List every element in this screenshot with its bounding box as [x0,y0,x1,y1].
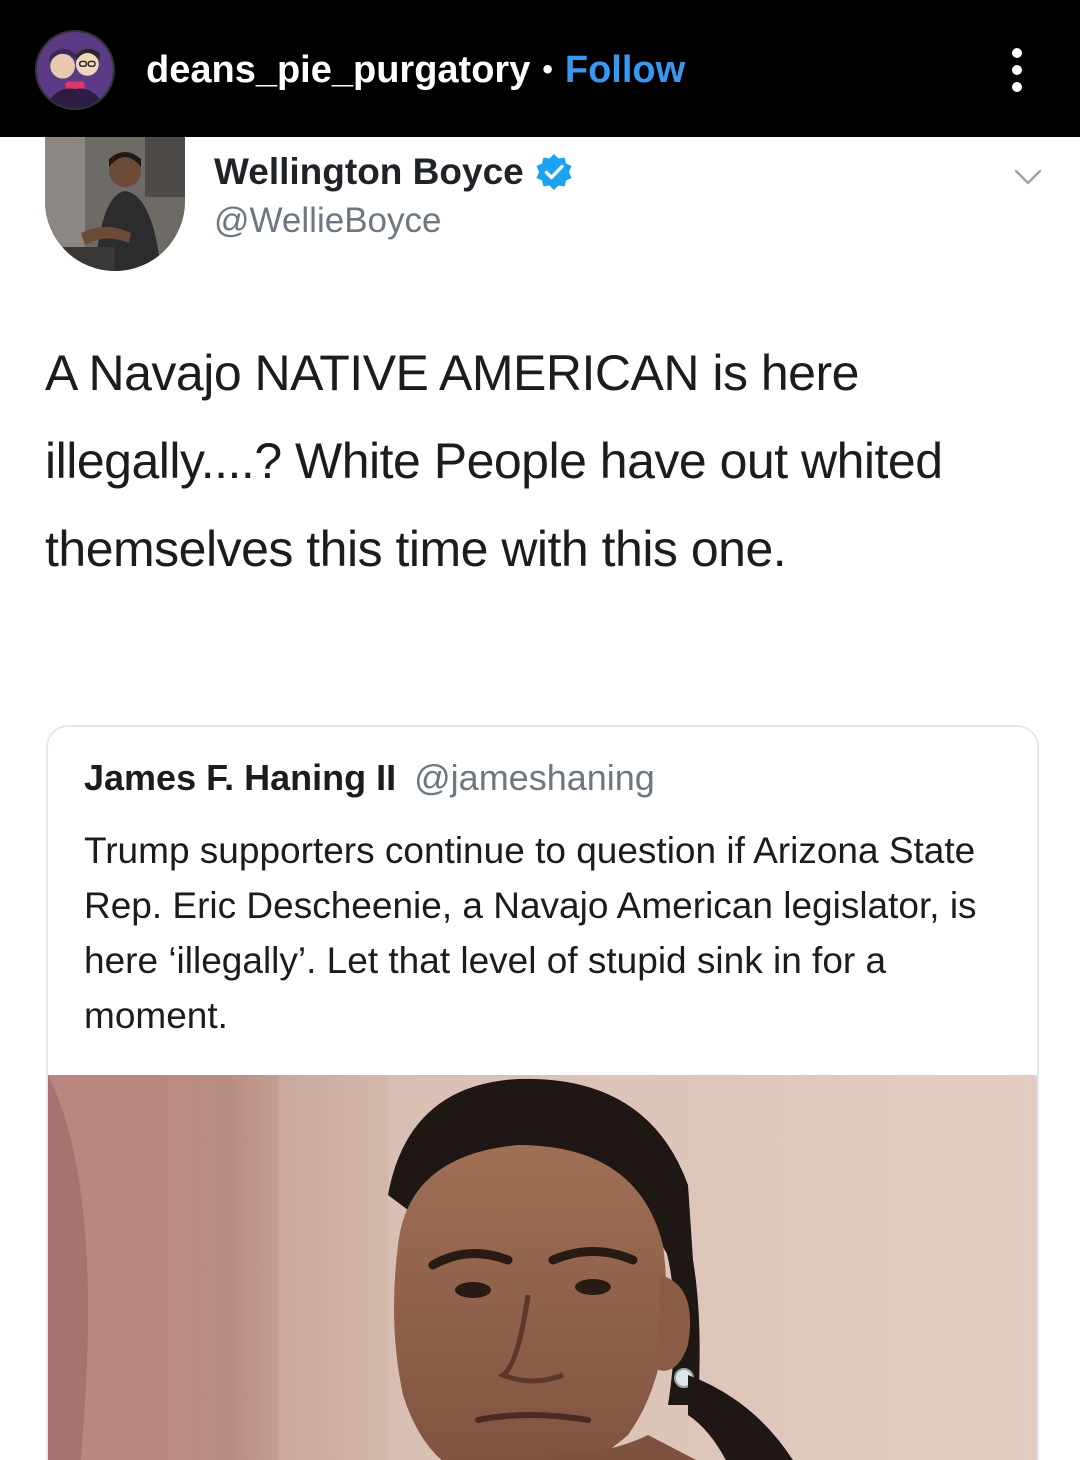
profile-avatar[interactable] [35,30,115,110]
header-title: deans_pie_purgatory • Follow [146,44,685,96]
quoted-tweet-photo [48,1075,1037,1460]
verified-badge-icon [536,154,572,190]
post-image: Wellington Boyce @WellieBoyce A Navajo N… [0,137,1080,1460]
tweet-author-name: Wellington Boyce [214,149,574,195]
follow-button[interactable]: Follow [565,49,685,92]
post-header: deans_pie_purgatory • Follow [0,0,1080,137]
tweet-text: A Navajo NATIVE AMERICAN is here illegal… [45,345,943,577]
quoted-tweet-text: Trump supporters continue to question if… [84,830,977,1036]
tweet-author-avatar [45,137,185,271]
quoted-author-handle: @jameshaning [414,757,655,798]
tweet-author-handle: @WellieBoyce [214,201,442,240]
tweet-author-name-text: Wellington Boyce [214,151,524,192]
more-vertical-icon[interactable] [1000,44,1034,96]
instagram-post-view: deans_pie_purgatory • Follow Wellington … [0,0,1080,1460]
separator-dot: • [542,53,553,86]
chevron-down-icon [1014,169,1042,185]
quoted-tweet-card: James F. Haning II @jameshaning Trump su… [46,725,1039,1460]
quoted-tweet-header: James F. Haning II @jameshaning [84,757,655,799]
username-link[interactable]: deans_pie_purgatory [146,49,530,92]
quoted-author-name: James F. Haning II [84,757,397,798]
